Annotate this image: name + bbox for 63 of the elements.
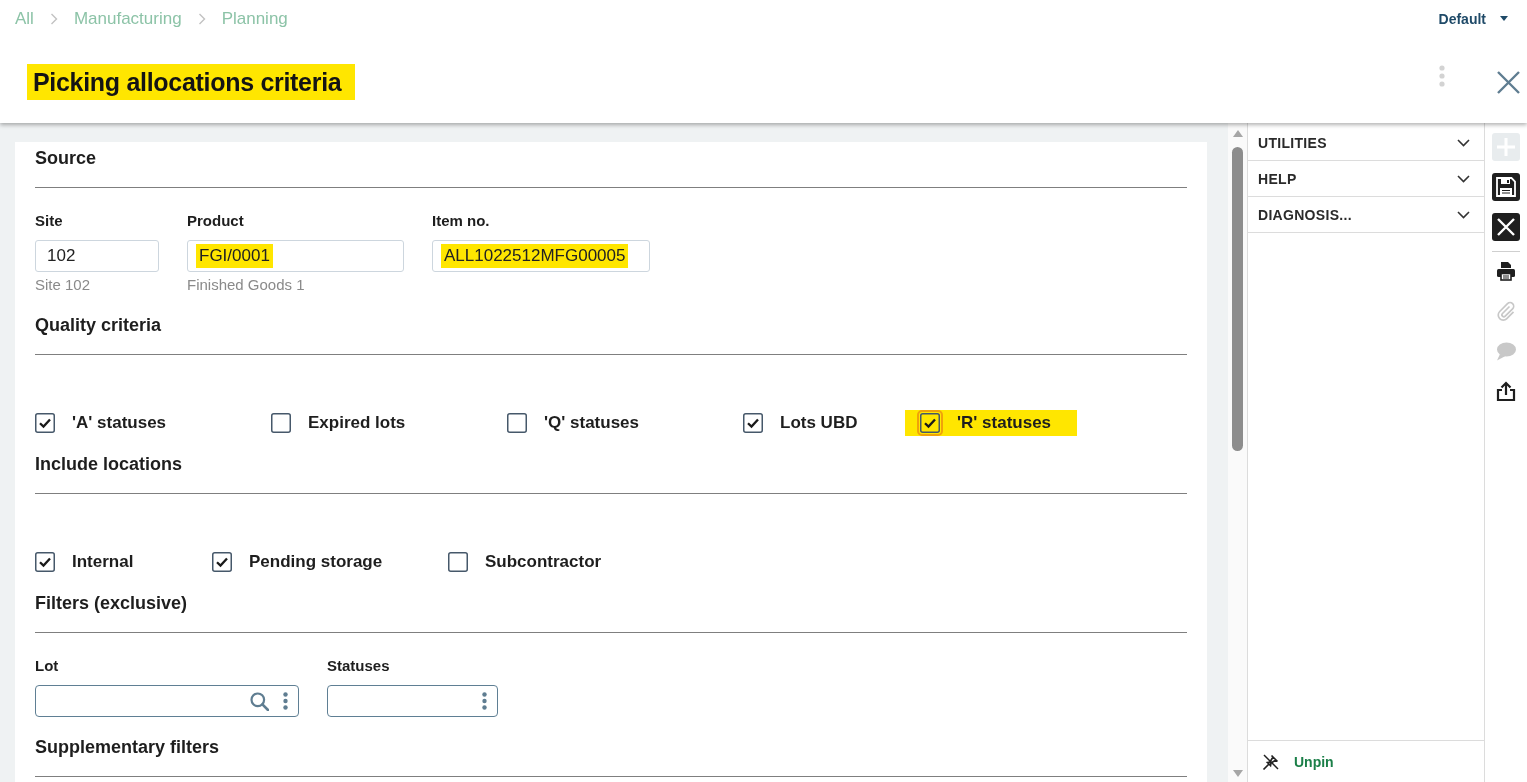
checkbox-label: 'R' statuses bbox=[957, 413, 1052, 433]
save-button[interactable] bbox=[1491, 173, 1520, 201]
caret-down-icon bbox=[1500, 16, 1508, 21]
check-icon bbox=[216, 557, 228, 568]
text-field[interactable]: FGI/0001 bbox=[187, 240, 404, 272]
field-value: 102 bbox=[46, 245, 77, 267]
scrollbar-thumb[interactable] bbox=[1232, 147, 1243, 451]
check-icon bbox=[924, 418, 936, 429]
check-icon bbox=[39, 418, 51, 429]
checkbox-label: Lots UBD bbox=[780, 413, 858, 433]
section-title: Quality criteria bbox=[35, 314, 163, 337]
chevron-down-icon bbox=[1457, 174, 1470, 183]
section-title: Include locations bbox=[35, 453, 184, 476]
chevron-right-icon bbox=[49, 12, 58, 25]
lookup-field[interactable] bbox=[35, 685, 299, 717]
checkbox[interactable] bbox=[35, 552, 55, 572]
field-value: FGI/0001 bbox=[196, 244, 273, 268]
select-field[interactable] bbox=[327, 685, 498, 717]
unpin-button[interactable]: Unpin bbox=[1262, 752, 1334, 771]
checkbox[interactable] bbox=[212, 552, 232, 572]
page-title: Picking allocations criteria bbox=[27, 64, 356, 100]
search-icon[interactable] bbox=[250, 691, 269, 711]
checkbox-label: Pending storage bbox=[249, 552, 383, 572]
field-description: Site 102 bbox=[35, 275, 91, 295]
field-label: Lot bbox=[35, 656, 59, 676]
field-description: Finished Goods 1 bbox=[187, 275, 305, 295]
text-field[interactable]: ALL1022512MFG00005 bbox=[432, 240, 650, 272]
section-title: Supplementary filters bbox=[35, 736, 221, 759]
checkbox[interactable] bbox=[917, 410, 943, 436]
field-value: ALL1022512MFG00005 bbox=[441, 244, 629, 268]
close-icon bbox=[1496, 218, 1515, 236]
field-label: Product bbox=[187, 211, 244, 231]
checkbox-label: Subcontractor bbox=[485, 552, 602, 572]
share-icon[interactable] bbox=[1495, 381, 1516, 401]
chevron-down-icon bbox=[1457, 138, 1470, 147]
checkbox[interactable] bbox=[507, 413, 527, 433]
checkbox-label: Expired lots bbox=[308, 413, 406, 433]
text-field[interactable]: 102 bbox=[35, 240, 159, 272]
field-label: Item no. bbox=[432, 211, 490, 231]
checkbox[interactable] bbox=[448, 552, 468, 572]
checkbox-label: 'Q' statuses bbox=[544, 413, 639, 433]
checkbox[interactable] bbox=[743, 413, 763, 433]
kebab-menu-icon[interactable] bbox=[482, 692, 487, 710]
section-title: Filters (exclusive) bbox=[35, 592, 189, 615]
chevron-right-icon bbox=[197, 12, 206, 25]
scroll-up-arrow-icon[interactable] bbox=[1232, 130, 1243, 137]
printer-icon[interactable] bbox=[1495, 261, 1516, 281]
field-label: Site bbox=[35, 211, 63, 231]
checkbox-label: 'A' statuses bbox=[72, 413, 167, 433]
kebab-menu-icon[interactable] bbox=[283, 692, 288, 710]
checkbox[interactable] bbox=[271, 413, 291, 433]
checkbox[interactable] bbox=[35, 413, 55, 433]
close-icon[interactable] bbox=[1497, 70, 1520, 94]
chevron-down-icon bbox=[1457, 210, 1470, 219]
field-label: Statuses bbox=[327, 656, 390, 676]
scroll-down-arrow-icon[interactable] bbox=[1232, 770, 1243, 777]
checkbox-label: Internal bbox=[72, 552, 134, 572]
close-button[interactable] bbox=[1491, 213, 1520, 241]
view-selector[interactable]: Default bbox=[1438, 10, 1508, 27]
section-title: Source bbox=[35, 147, 98, 170]
check-icon bbox=[747, 418, 759, 429]
check-icon bbox=[39, 557, 51, 568]
unpin-icon bbox=[1262, 752, 1280, 771]
